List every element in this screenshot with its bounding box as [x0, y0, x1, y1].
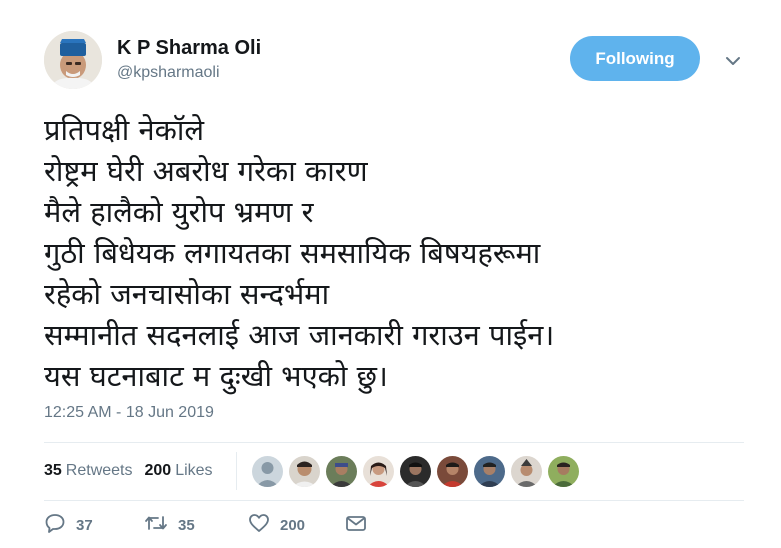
retweets-label: Retweets — [65, 462, 133, 479]
author-avatar[interactable] — [44, 31, 102, 89]
default-avatar[interactable] — [252, 456, 283, 487]
likes-label: Likes — [175, 462, 213, 479]
reply-icon — [44, 512, 66, 538]
stats-separator — [236, 452, 237, 490]
tweet-text-line: रोष्ट्रम घेरी अबरोध गरेका कारण — [44, 154, 368, 188]
divider — [44, 500, 744, 501]
retweet-icon — [144, 512, 168, 538]
user-avatar[interactable] — [326, 456, 357, 487]
user-avatar[interactable] — [474, 456, 505, 487]
likes-stat[interactable]: 200 Likes — [145, 462, 213, 480]
likers-list — [252, 456, 585, 487]
author-handle[interactable]: @kpsharmaoli — [117, 63, 220, 83]
like-icon — [248, 512, 270, 538]
tweet-stats: 35 Retweets 200 Likes — [44, 442, 225, 500]
like-count: 200 — [280, 516, 306, 534]
tweet-text-line: मैले हालैको युरोप भ्रमण र — [44, 195, 314, 229]
tweet-text-line: गुठी बिधेयक लगायतका समसायिक बिषयहरूमा — [44, 236, 541, 270]
likes-count: 200 — [144, 462, 172, 479]
reply-count: 37 — [76, 516, 93, 534]
user-avatar[interactable] — [363, 456, 394, 487]
following-button[interactable]: Following — [570, 36, 700, 81]
author-display-name[interactable]: K P Sharma Oli — [117, 37, 261, 59]
retweet-button[interactable]: 35 — [144, 512, 195, 538]
tweet-text: प्रतिपक्षी नेकॉले रोष्ट्रम घेरी अबरोध गर… — [44, 110, 744, 397]
chevron-down-icon[interactable] — [723, 51, 743, 71]
tweet-text-line: सम्मानीत सदनलाई आज जानकारी गराउन पाईन। — [44, 318, 555, 352]
direct-message-icon — [344, 512, 368, 538]
retweets-count: 35 — [44, 462, 62, 479]
tweet-text-line: प्रतिपक्षी नेकॉले — [44, 113, 205, 147]
tweet-text-line: रहेको जनचासोका सन्दर्भमा — [44, 277, 330, 311]
retweet-count: 35 — [178, 516, 195, 534]
user-avatar[interactable] — [400, 456, 431, 487]
user-avatar[interactable] — [548, 456, 579, 487]
user-avatar[interactable] — [437, 456, 468, 487]
like-button[interactable]: 200 — [248, 512, 305, 538]
tweet-text-line: यस घटनाबाट म दुःखी भएको छु। — [44, 359, 388, 393]
tweet-card: K P Sharma Oli @kpsharmaoli Following प्… — [0, 0, 781, 542]
user-avatar[interactable] — [289, 456, 320, 487]
user-avatar[interactable] — [511, 456, 542, 487]
reply-button[interactable]: 37 — [44, 512, 93, 538]
tweet-timestamp[interactable]: 12:25 AM - 18 Jun 2019 — [44, 404, 214, 422]
retweets-stat[interactable]: 35 Retweets — [44, 462, 133, 480]
direct-message-button[interactable] — [344, 512, 368, 538]
